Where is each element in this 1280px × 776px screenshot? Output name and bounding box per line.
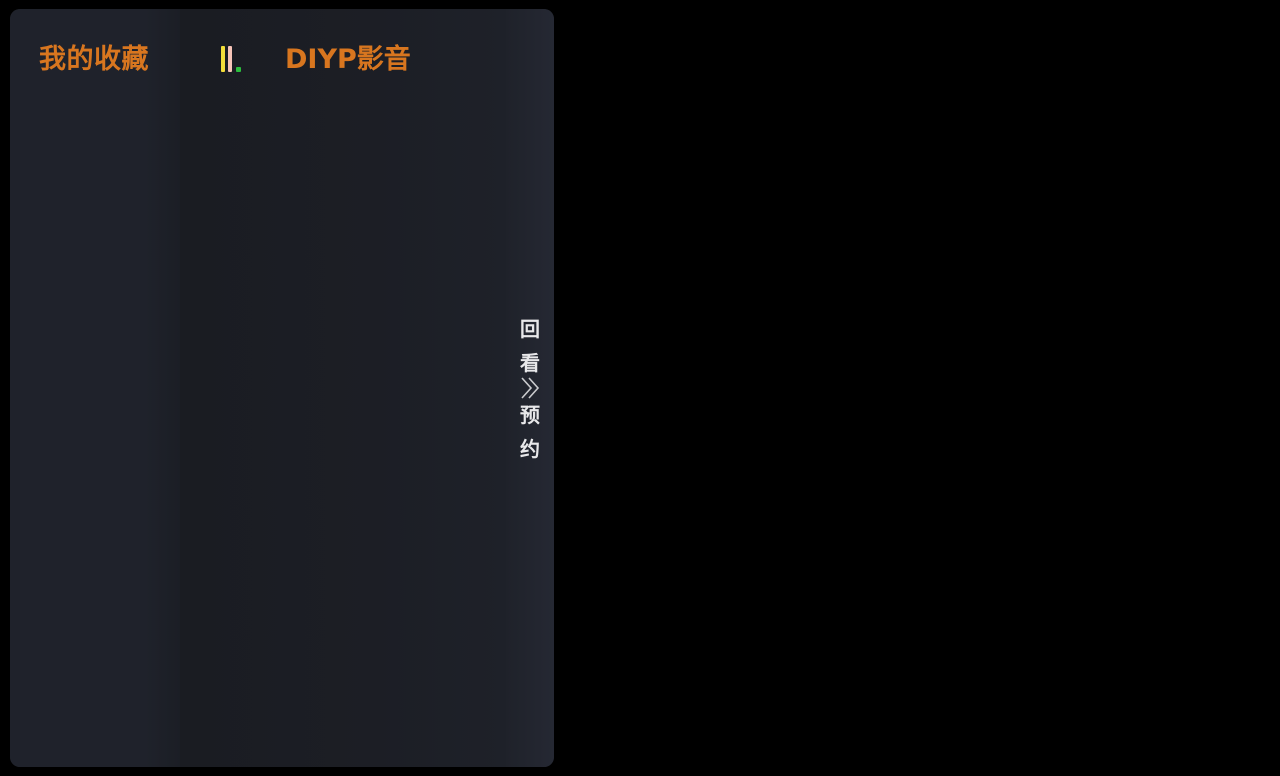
screen: 我的收藏 DIYP影音 回 看 预 约 [0,0,1280,776]
favorites-title[interactable]: 我的收藏 [39,37,149,76]
booking-char-2[interactable]: 约 [520,432,540,466]
signal-bar-1 [221,46,225,72]
channel-panel: 我的收藏 DIYP影音 回 看 预 约 [10,9,554,767]
replay-booking-toggle[interactable]: 回 看 预 约 [506,312,554,466]
favorites-column[interactable]: 我的收藏 [10,9,180,767]
signal-bar-3 [236,67,241,72]
replay-char-1[interactable]: 回 [520,312,540,346]
chevron-double-right-icon[interactable] [517,376,543,400]
signal-bars-icon [221,44,247,72]
source-title[interactable]: DIYP影音 [285,37,411,76]
booking-char-1[interactable]: 预 [520,398,540,432]
source-column[interactable]: DIYP影音 [180,9,506,767]
signal-bar-2 [228,46,232,72]
side-menu-column[interactable]: 回 看 预 约 [506,9,554,767]
replay-char-2[interactable]: 看 [520,346,540,380]
